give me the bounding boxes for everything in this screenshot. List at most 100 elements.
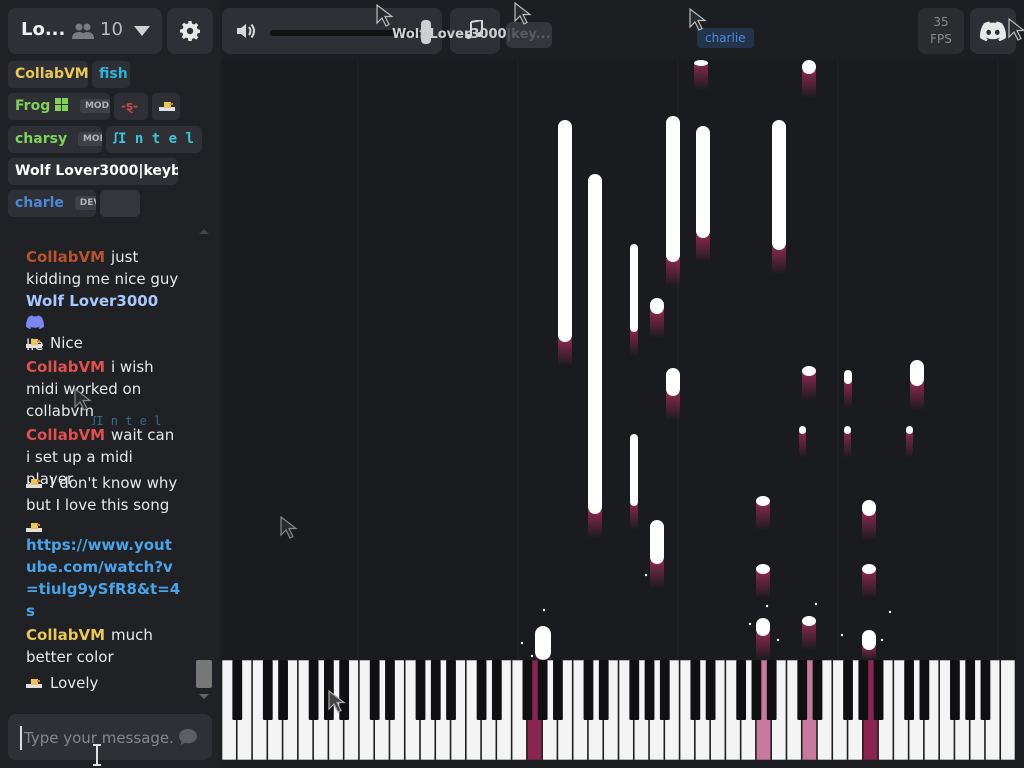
black-key	[919, 660, 930, 720]
note-bar	[666, 368, 680, 396]
sparkle	[765, 604, 769, 608]
chat-message: Nice	[26, 332, 182, 354]
user-chip[interactable]: charsy MOD	[8, 126, 102, 153]
note-trail	[772, 246, 786, 274]
note-bar	[650, 520, 664, 564]
chat-message: I don't know why but I love this song	[26, 472, 182, 516]
sparkle	[542, 608, 546, 612]
room-selector[interactable]: Lo... 10	[8, 8, 162, 54]
scroll-up-icon[interactable]	[199, 229, 209, 234]
duck-icon	[26, 339, 42, 348]
dev-badge: DEV	[74, 196, 96, 210]
chat-message: Lovely	[26, 672, 182, 694]
chat-username[interactable]: Wolf Lover3000	[26, 292, 158, 310]
note-bar	[696, 126, 710, 238]
black-key	[690, 660, 701, 720]
user-name: CollabVM	[15, 66, 88, 82]
black-key	[262, 660, 273, 720]
note-bar	[906, 426, 913, 434]
black-key	[308, 660, 319, 720]
black-key	[629, 660, 640, 720]
black-key	[950, 660, 960, 720]
user-chip[interactable]: fish	[92, 61, 130, 88]
user-count: 10	[100, 19, 123, 40]
gear-icon	[180, 21, 200, 41]
remote-cursor-icon	[280, 516, 298, 539]
user-name: -ȿ-	[121, 99, 139, 113]
note-bar	[802, 366, 816, 376]
remote-cursor-icon	[689, 8, 707, 31]
speaker-icon[interactable]	[236, 22, 256, 40]
chat-username[interactable]: CollabVM	[26, 248, 105, 266]
note-trail	[906, 430, 913, 458]
sparkle	[840, 633, 844, 637]
note-bar	[756, 564, 770, 574]
name-overlay: ꭍI n t e l	[92, 414, 162, 428]
black-key	[736, 660, 747, 720]
black-key	[583, 660, 594, 720]
chevron-down-icon[interactable]	[134, 26, 150, 36]
user-chip[interactable]: Wolf Lover3000|keyb...	[8, 158, 178, 185]
note-bar	[630, 434, 638, 506]
black-key	[965, 660, 976, 720]
user-chip[interactable]: charle DEV	[8, 190, 96, 217]
black-key	[904, 660, 915, 720]
note-bar	[630, 244, 638, 332]
user-chip[interactable]	[100, 190, 140, 217]
note-trail	[844, 380, 852, 408]
user-name: charle	[15, 195, 64, 211]
settings-button[interactable]	[167, 8, 213, 54]
chat-log: CollabVM just kidding me nice guy Wolf Lov…	[0, 220, 200, 700]
user-name: Frog	[15, 98, 51, 114]
remote-cursor-icon	[1008, 18, 1024, 41]
scroll-down-icon[interactable]	[199, 694, 209, 699]
note-bar	[799, 426, 806, 434]
black-key	[598, 660, 609, 720]
note-bar	[694, 60, 708, 66]
note-bar	[756, 618, 770, 636]
duck-icon	[159, 102, 175, 111]
remote-cursor-icon	[376, 4, 394, 27]
note-trail	[588, 510, 602, 538]
black-key	[659, 660, 670, 720]
emoji-icon[interactable]	[178, 728, 198, 746]
black-key	[858, 660, 869, 720]
note-trail	[862, 570, 876, 598]
user-chip[interactable]: Frog MOD	[8, 93, 110, 120]
user-chip[interactable]: CollabVM	[8, 61, 88, 88]
user-chip[interactable]	[152, 93, 180, 120]
chat-username[interactable]: CollabVM	[26, 358, 105, 376]
remote-cursor-icon	[74, 388, 92, 411]
note-trail	[802, 70, 816, 98]
note-trail	[862, 512, 876, 540]
user-chip[interactable]: ꭍI n t e l	[106, 126, 202, 153]
black-key	[812, 660, 823, 720]
sparkle	[888, 610, 892, 614]
black-key	[278, 660, 288, 720]
note-trail	[650, 310, 664, 338]
note-trail	[802, 372, 816, 400]
black-key	[430, 660, 441, 720]
black-key	[476, 660, 487, 720]
user-chip[interactable]: -ȿ-	[114, 93, 148, 120]
remote-cursor-icon	[514, 2, 532, 25]
user-name: ꭍI n t e l	[113, 131, 194, 147]
room-name: Lo...	[21, 19, 66, 40]
note-bar	[756, 496, 770, 506]
chat-username[interactable]: CollabVM	[26, 626, 105, 644]
note-trail	[650, 560, 664, 588]
black-key	[369, 660, 380, 720]
chat-scrollbar[interactable]	[196, 660, 212, 688]
note-bar	[772, 120, 786, 250]
windows-flag-icon	[55, 98, 69, 111]
sparkle	[644, 573, 648, 577]
chat-text: I don't know why but I love this song	[26, 474, 178, 514]
chat-message: CollabVM just kidding me nice guy	[26, 246, 182, 290]
note-trail	[666, 258, 680, 286]
fps-label: FPS	[930, 32, 952, 46]
user-name: Wolf Lover3000|keyb...	[15, 163, 178, 179]
user-name: charsy	[15, 131, 68, 147]
note-trail	[799, 430, 806, 458]
black-key	[385, 660, 395, 720]
chat-link[interactable]: https://www.youtube.com/watch?v=tiulg9yS…	[26, 536, 180, 620]
